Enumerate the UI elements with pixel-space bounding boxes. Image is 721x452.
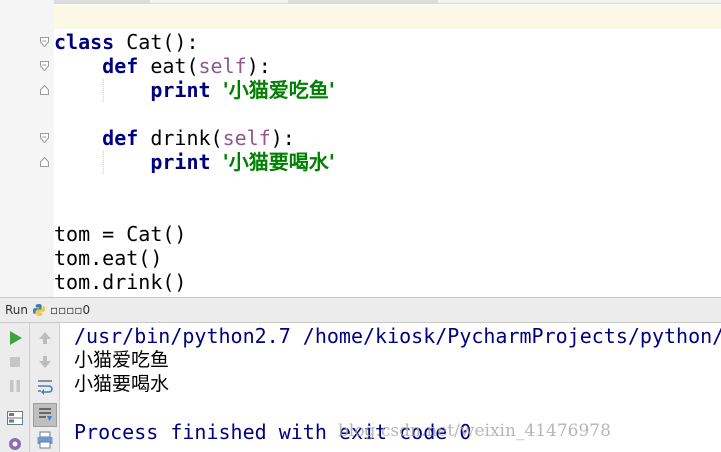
fold-end-icon[interactable]	[40, 85, 49, 95]
code-token: tom.eat()	[54, 246, 163, 270]
code-line[interactable]: tom.drink()	[54, 270, 186, 294]
console-output[interactable]: /usr/bin/python2.7 /home/kiosk/PycharmPr…	[60, 323, 721, 452]
fold-collapse-icon[interactable]	[40, 133, 49, 143]
code-line[interactable]: class Cat():	[54, 30, 199, 54]
code-line[interactable]: print '小猫爱吃鱼'	[54, 78, 335, 102]
run-tool-window-header: Run ▫▫▫▫0	[0, 297, 721, 323]
run-config-name[interactable]: ▫▫▫▫0	[50, 303, 90, 317]
code-line[interactable]: tom = Cat()	[54, 222, 186, 246]
code-keyword: print	[150, 150, 211, 174]
code-keyword: class	[54, 30, 115, 54]
run-label: Run	[5, 303, 29, 317]
play-icon[interactable]	[5, 328, 25, 348]
fold-end-icon[interactable]	[40, 157, 49, 167]
code-token: Cat():	[114, 30, 199, 54]
soft-wrap-icon[interactable]	[35, 376, 55, 396]
code-token: tom.drink()	[54, 270, 187, 294]
fold-collapse-icon[interactable]	[40, 37, 49, 47]
code-line[interactable]: tom.eat()	[54, 246, 162, 270]
arrow-down-icon[interactable]	[35, 352, 55, 372]
console-output-line: 小猫要喝水	[74, 373, 170, 395]
code-self: self	[198, 54, 247, 78]
code-token: drink(	[138, 126, 223, 150]
run-toolbar-primary	[0, 323, 30, 452]
code-string: '小猫要喝水'	[222, 150, 335, 174]
code-string: '小猫爱吃鱼'	[222, 78, 335, 102]
console-output-line: 小猫爱吃鱼	[74, 349, 170, 371]
code-token: ):	[246, 54, 271, 78]
pause-icon[interactable]	[5, 376, 25, 396]
watermark: blog.csdn.net/weixin_41476978	[338, 421, 611, 441]
code-self: self	[222, 126, 271, 150]
code-keyword: def	[102, 54, 139, 78]
code-token: eat(	[138, 54, 199, 78]
code-line[interactable]: def eat(self):	[54, 54, 271, 78]
print-icon[interactable]	[35, 430, 55, 450]
editor-tab-strip[interactable]	[0, 0, 721, 4]
code-line[interactable]: def drink(self):	[54, 126, 295, 150]
caret-line-highlight	[0, 5, 721, 29]
run-toolbar-secondary	[30, 323, 60, 452]
code-token: ):	[270, 126, 295, 150]
code-keyword: def	[102, 126, 139, 150]
debug-icon[interactable]	[5, 432, 25, 452]
arrow-up-icon[interactable]	[35, 328, 55, 348]
scroll-to-end-icon[interactable]	[35, 405, 55, 425]
fold-collapse-icon[interactable]	[40, 61, 49, 71]
stop-icon[interactable]	[5, 352, 25, 372]
code-keyword: print	[150, 78, 211, 102]
code-token: tom = Cat()	[54, 222, 187, 246]
code-line[interactable]: print '小猫要喝水'	[54, 150, 335, 174]
python-icon	[33, 304, 45, 316]
code-editor[interactable]: class Cat(): def eat(self): print '小猫爱吃鱼…	[0, 0, 721, 297]
console-command-line: /usr/bin/python2.7 /home/kiosk/PycharmPr…	[74, 324, 721, 348]
layout-icon[interactable]	[5, 408, 25, 428]
